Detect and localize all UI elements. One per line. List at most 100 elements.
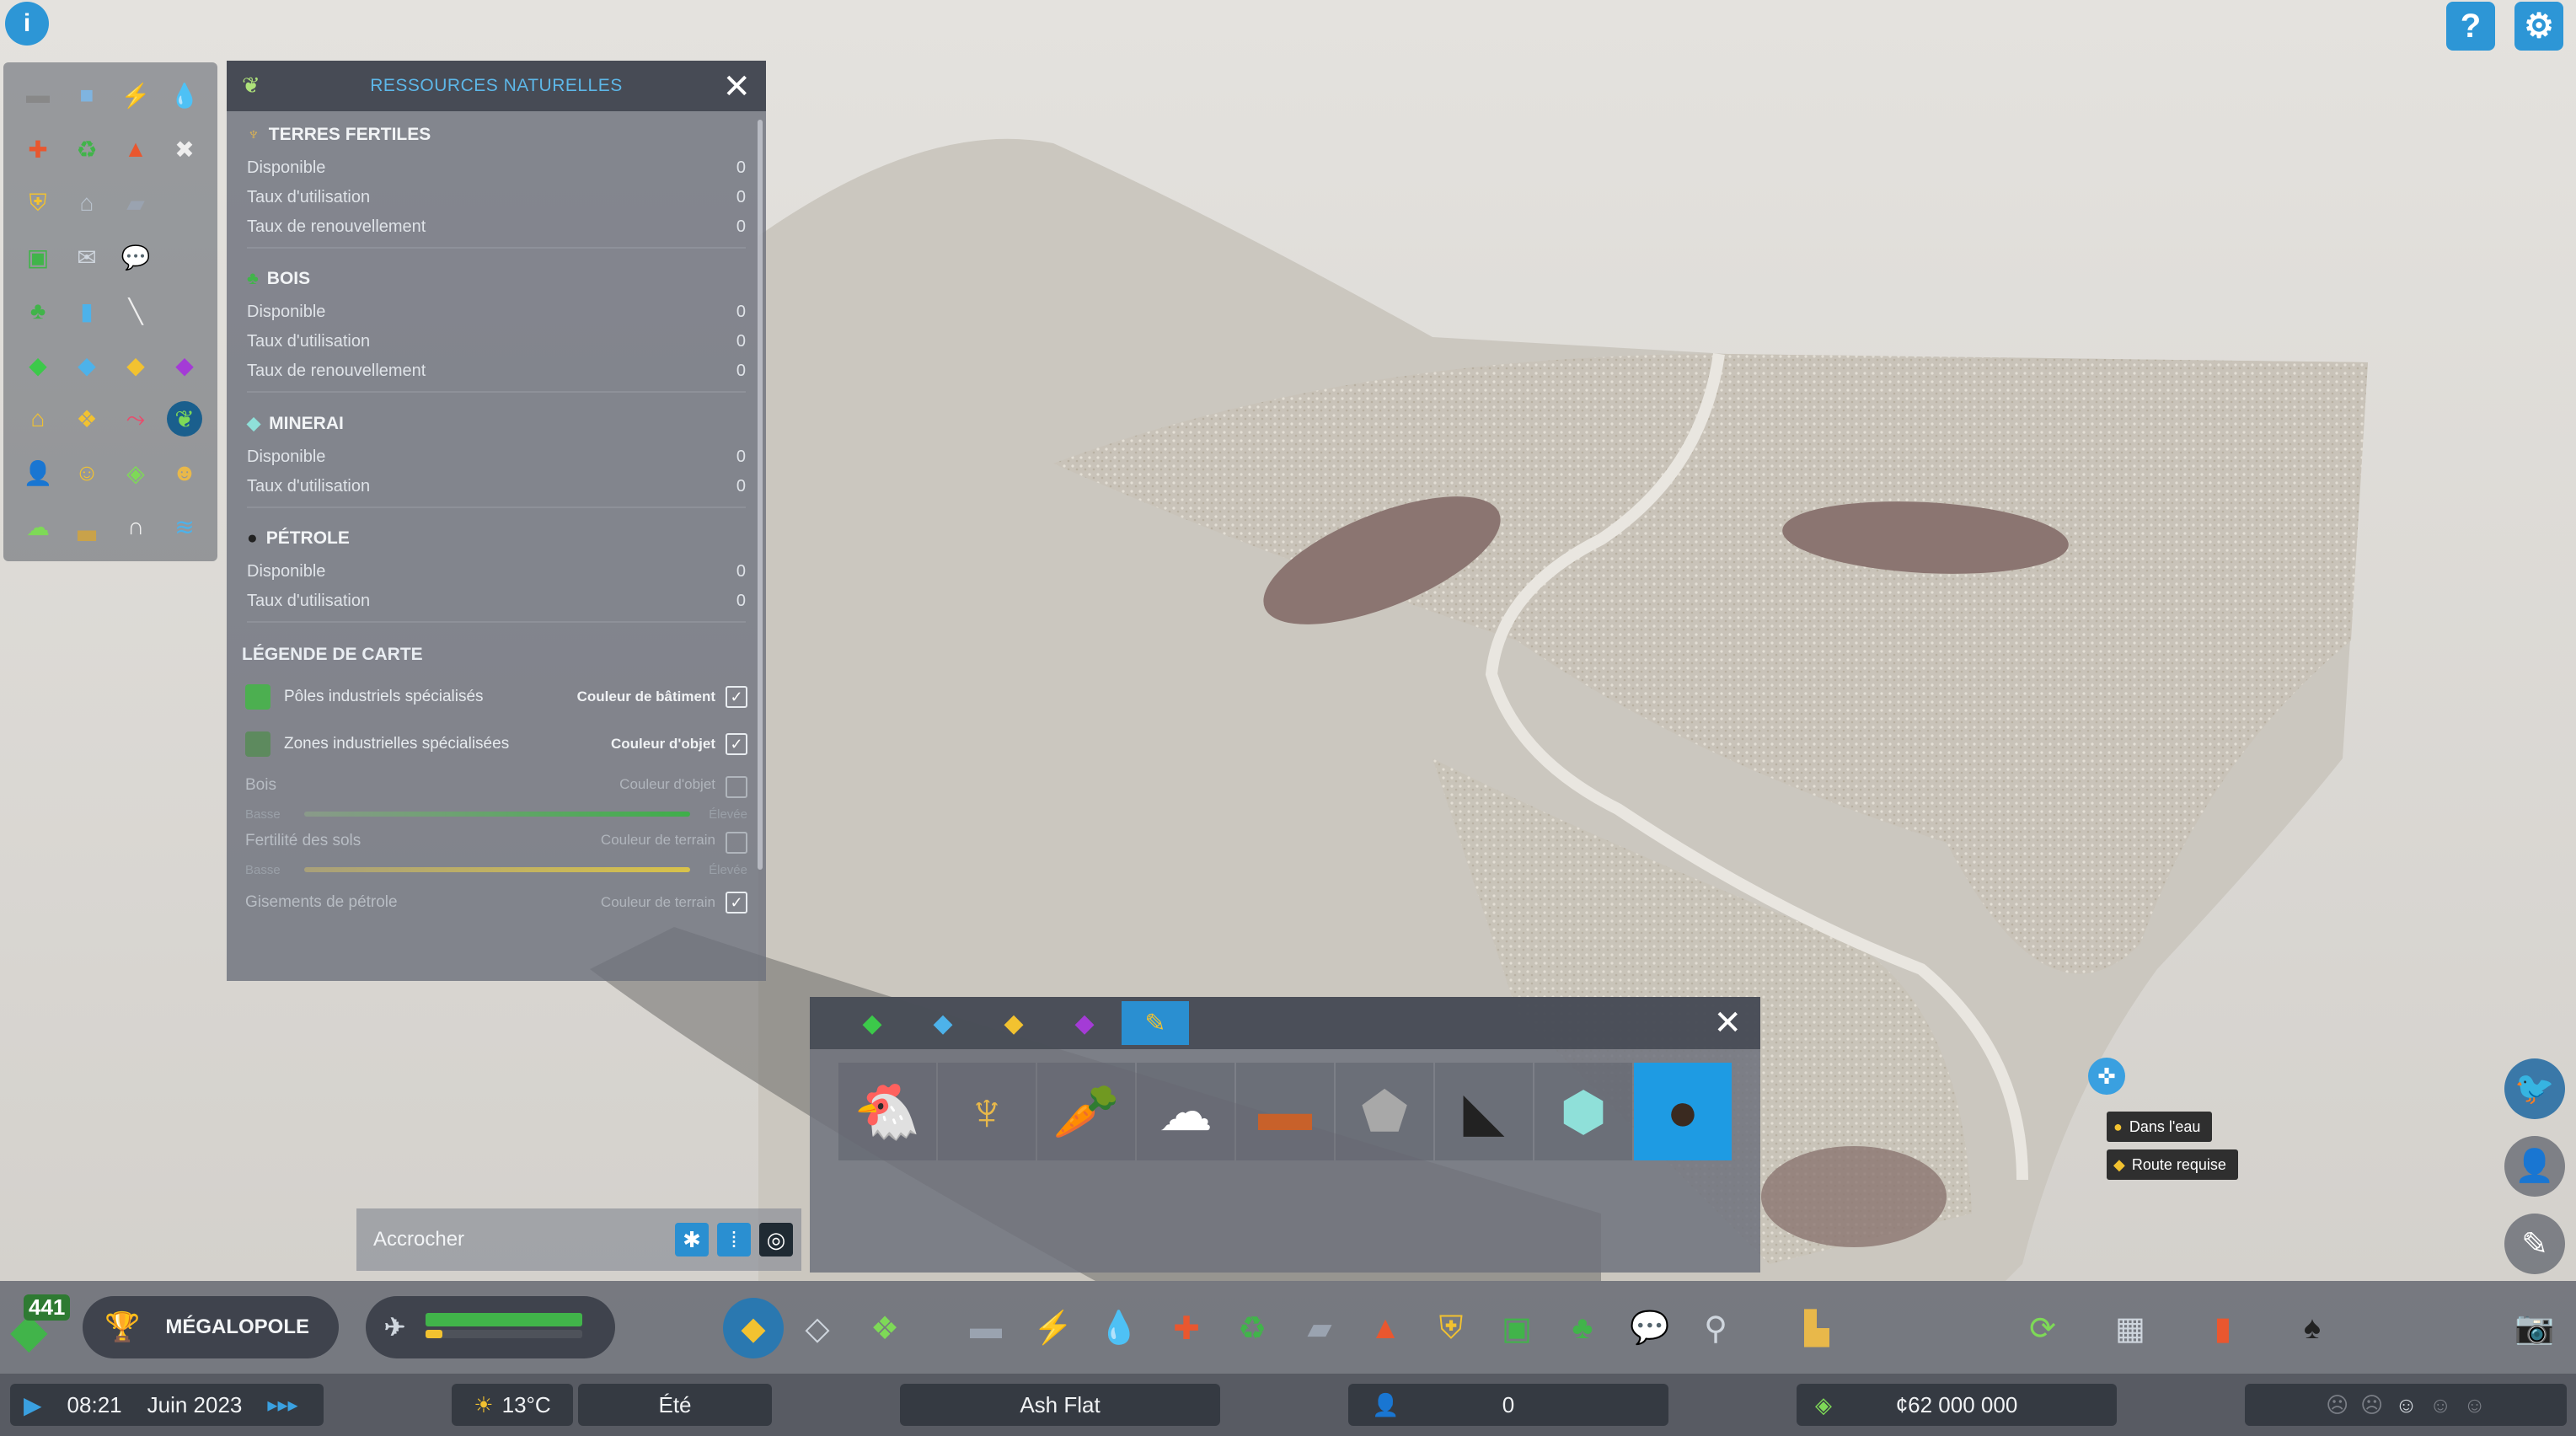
natural-resources-icon[interactable]: ❦ (167, 401, 202, 437)
landmark-icon[interactable]: ⌂ (20, 401, 56, 437)
info-icon[interactable]: i (5, 2, 49, 46)
transport-icon[interactable]: ■ (69, 78, 104, 113)
tree-icon[interactable]: ♣ (20, 293, 56, 329)
zone-industrial-icon[interactable]: ◆ (118, 347, 153, 383)
row-label: Disponible (247, 303, 326, 321)
citizens-icon[interactable]: 👤 (20, 455, 56, 490)
legend-checkbox[interactable]: ✓ (726, 733, 747, 755)
snap-grid-icon[interactable]: ⁞ (717, 1223, 751, 1256)
happiness-icon[interactable]: ☺ (69, 455, 104, 490)
coal-icon[interactable]: ◣ (1435, 1063, 1533, 1160)
water-icon[interactable]: 💧 (167, 78, 202, 113)
government-icon[interactable]: ⌂ (69, 185, 104, 221)
money-amount: ¢62 000 000 (1895, 1391, 2018, 1417)
tab-industrial-zone-icon[interactable]: ◆ (980, 1001, 1047, 1045)
stone-icon[interactable]: ⬟ (1336, 1063, 1433, 1160)
legend-row-industrial-zones[interactable]: Zones industrielles spécialisées Couleur… (235, 721, 758, 768)
tab-office-zone-icon[interactable]: ◆ (1051, 1001, 1118, 1045)
water-icon[interactable]: 💧 (1095, 1305, 1143, 1352)
city-name-box[interactable]: Ash Flat (900, 1384, 1220, 1426)
map-icon[interactable]: ▦ (2107, 1305, 2154, 1352)
panel-scrollbar[interactable] (758, 120, 763, 870)
legend-checkbox[interactable] (726, 776, 747, 798)
tab-residential-zone-icon[interactable]: ◆ (838, 1001, 906, 1045)
zone-office-icon[interactable]: ◆ (167, 347, 202, 383)
progress-pill[interactable]: ✈ (366, 1296, 615, 1358)
fire-icon[interactable]: ▲ (118, 131, 153, 167)
noise-icon[interactable]: ∩ (118, 509, 153, 544)
road-icon[interactable]: ▬ (20, 78, 56, 113)
vegetable-icon[interactable]: 🥕 (1037, 1063, 1135, 1160)
road-icon[interactable]: ▬ (962, 1305, 1010, 1352)
chirper-icon[interactable]: 🐦 (2504, 1058, 2565, 1119)
close-icon[interactable]: ✕ (722, 67, 751, 106)
close-icon[interactable]: ✕ (1713, 1004, 1742, 1042)
population-badge[interactable]: ◆ 441 (10, 1293, 71, 1358)
legend-checkbox[interactable]: ✓ (726, 686, 747, 708)
communication-icon[interactable]: 💬 (1626, 1305, 1674, 1352)
oil-icon[interactable]: ● (1634, 1063, 1732, 1160)
citizen-icon[interactable]: 👤 (2504, 1136, 2565, 1197)
play-icon[interactable]: ▶ (24, 1391, 42, 1419)
snap-circle-icon[interactable]: ◎ (759, 1223, 793, 1256)
legend-row-industrial-hubs[interactable]: Pôles industriels spécialisés Couleur de… (235, 673, 758, 721)
recycle-icon[interactable]: ♻ (69, 131, 104, 167)
police-icon[interactable]: ⛨ (1427, 1305, 1475, 1352)
help-icon[interactable]: ? (2446, 2, 2495, 51)
chicken-icon[interactable]: 🐔 (838, 1063, 936, 1160)
parks-icon[interactable]: ♣ (1559, 1305, 1606, 1352)
health-icon[interactable]: ✚ (20, 131, 56, 167)
fire-icon[interactable]: ▲ (1362, 1305, 1409, 1352)
notes-icon[interactable]: ✎ (2504, 1214, 2565, 1274)
area-icon[interactable]: ◇ (794, 1305, 841, 1352)
workers-icon[interactable]: ☻ (167, 455, 202, 490)
legend-row-oil-deposits[interactable]: Gisements de pétrole Couleur de terrain … (235, 879, 758, 926)
status-bar: ▶ 08:21 Juin 2023 ▸▸▸ ☀ 13°C Été Ash Fla… (0, 1374, 2576, 1436)
legend-checkbox[interactable]: ✓ (726, 892, 747, 914)
chat-icon[interactable]: 💬 (118, 239, 153, 275)
zone-commercial-icon[interactable]: ◆ (69, 347, 104, 383)
pollution-icon[interactable]: ☁ (20, 509, 56, 544)
progression-icon[interactable]: ⟳ (2019, 1305, 2066, 1352)
legend-tag: Couleur de bâtiment (576, 689, 715, 705)
snap-all-icon[interactable]: ✱ (675, 1223, 709, 1256)
grain-icon[interactable]: ♆ (938, 1063, 1036, 1160)
log-icon[interactable]: ▬ (1236, 1063, 1334, 1160)
legend-checkbox[interactable] (726, 832, 747, 854)
gear-icon[interactable]: ⚙ (2514, 2, 2563, 51)
education-icon[interactable]: ▰ (118, 185, 153, 221)
pipe-icon[interactable]: ╲ (118, 293, 153, 329)
fast-forward-icon[interactable]: ▸▸▸ (267, 1393, 297, 1417)
ore-icon[interactable]: ⬢ (1534, 1063, 1632, 1160)
bulldozer-icon[interactable]: ▙ (1793, 1305, 1840, 1352)
money-icon[interactable]: ◈ (118, 455, 153, 490)
electricity-icon[interactable]: ⚡ (118, 78, 153, 113)
wind-icon[interactable]: ≋ (167, 509, 202, 544)
education-icon[interactable]: ▰ (1296, 1305, 1343, 1352)
district-icon[interactable]: ❖ (69, 401, 104, 437)
tools-icon[interactable]: ✖ (167, 131, 202, 167)
mail-icon[interactable]: ✉ (69, 239, 104, 275)
zone-residential-icon[interactable]: ◆ (20, 347, 56, 383)
milestone-pill[interactable]: 🏆 MÉGALOPOLE (83, 1296, 339, 1358)
traffic-icon[interactable]: ⤳ (118, 401, 153, 437)
tab-specialized-industry-icon[interactable]: ✎ (1122, 1001, 1189, 1045)
trash-icon[interactable]: ▮ (69, 293, 104, 329)
police-icon[interactable]: ⛨ (20, 185, 56, 221)
electricity-icon[interactable]: ⚡ (1030, 1305, 1077, 1352)
transit-icon[interactable]: ▣ (1493, 1305, 1540, 1352)
legend-row-wood[interactable]: Bois Couleur d'objet Basse Élevée (235, 768, 758, 823)
cotton-icon[interactable]: ☁ (1137, 1063, 1234, 1160)
recycle-icon[interactable]: ♻ (1229, 1305, 1276, 1352)
economy-icon[interactable]: ♠ (2289, 1305, 2336, 1352)
zoning-icon[interactable]: ◆ (723, 1298, 784, 1358)
ground-pollution-icon[interactable]: ▃ (69, 509, 104, 544)
health-icon[interactable]: ✚ (1163, 1305, 1210, 1352)
camera-icon[interactable]: 📷 (2511, 1305, 2558, 1352)
tab-commercial-zone-icon[interactable]: ◆ (909, 1001, 977, 1045)
transit-icon[interactable]: ▣ (20, 239, 56, 275)
district-icon[interactable]: ❖ (861, 1305, 908, 1352)
landscaping-icon[interactable]: ⚲ (1692, 1305, 1739, 1352)
legend-row-soil-fertility[interactable]: Fertilité des sols Couleur de terrain Ba… (235, 823, 758, 879)
statistics-icon[interactable]: ▮ (2199, 1305, 2247, 1352)
